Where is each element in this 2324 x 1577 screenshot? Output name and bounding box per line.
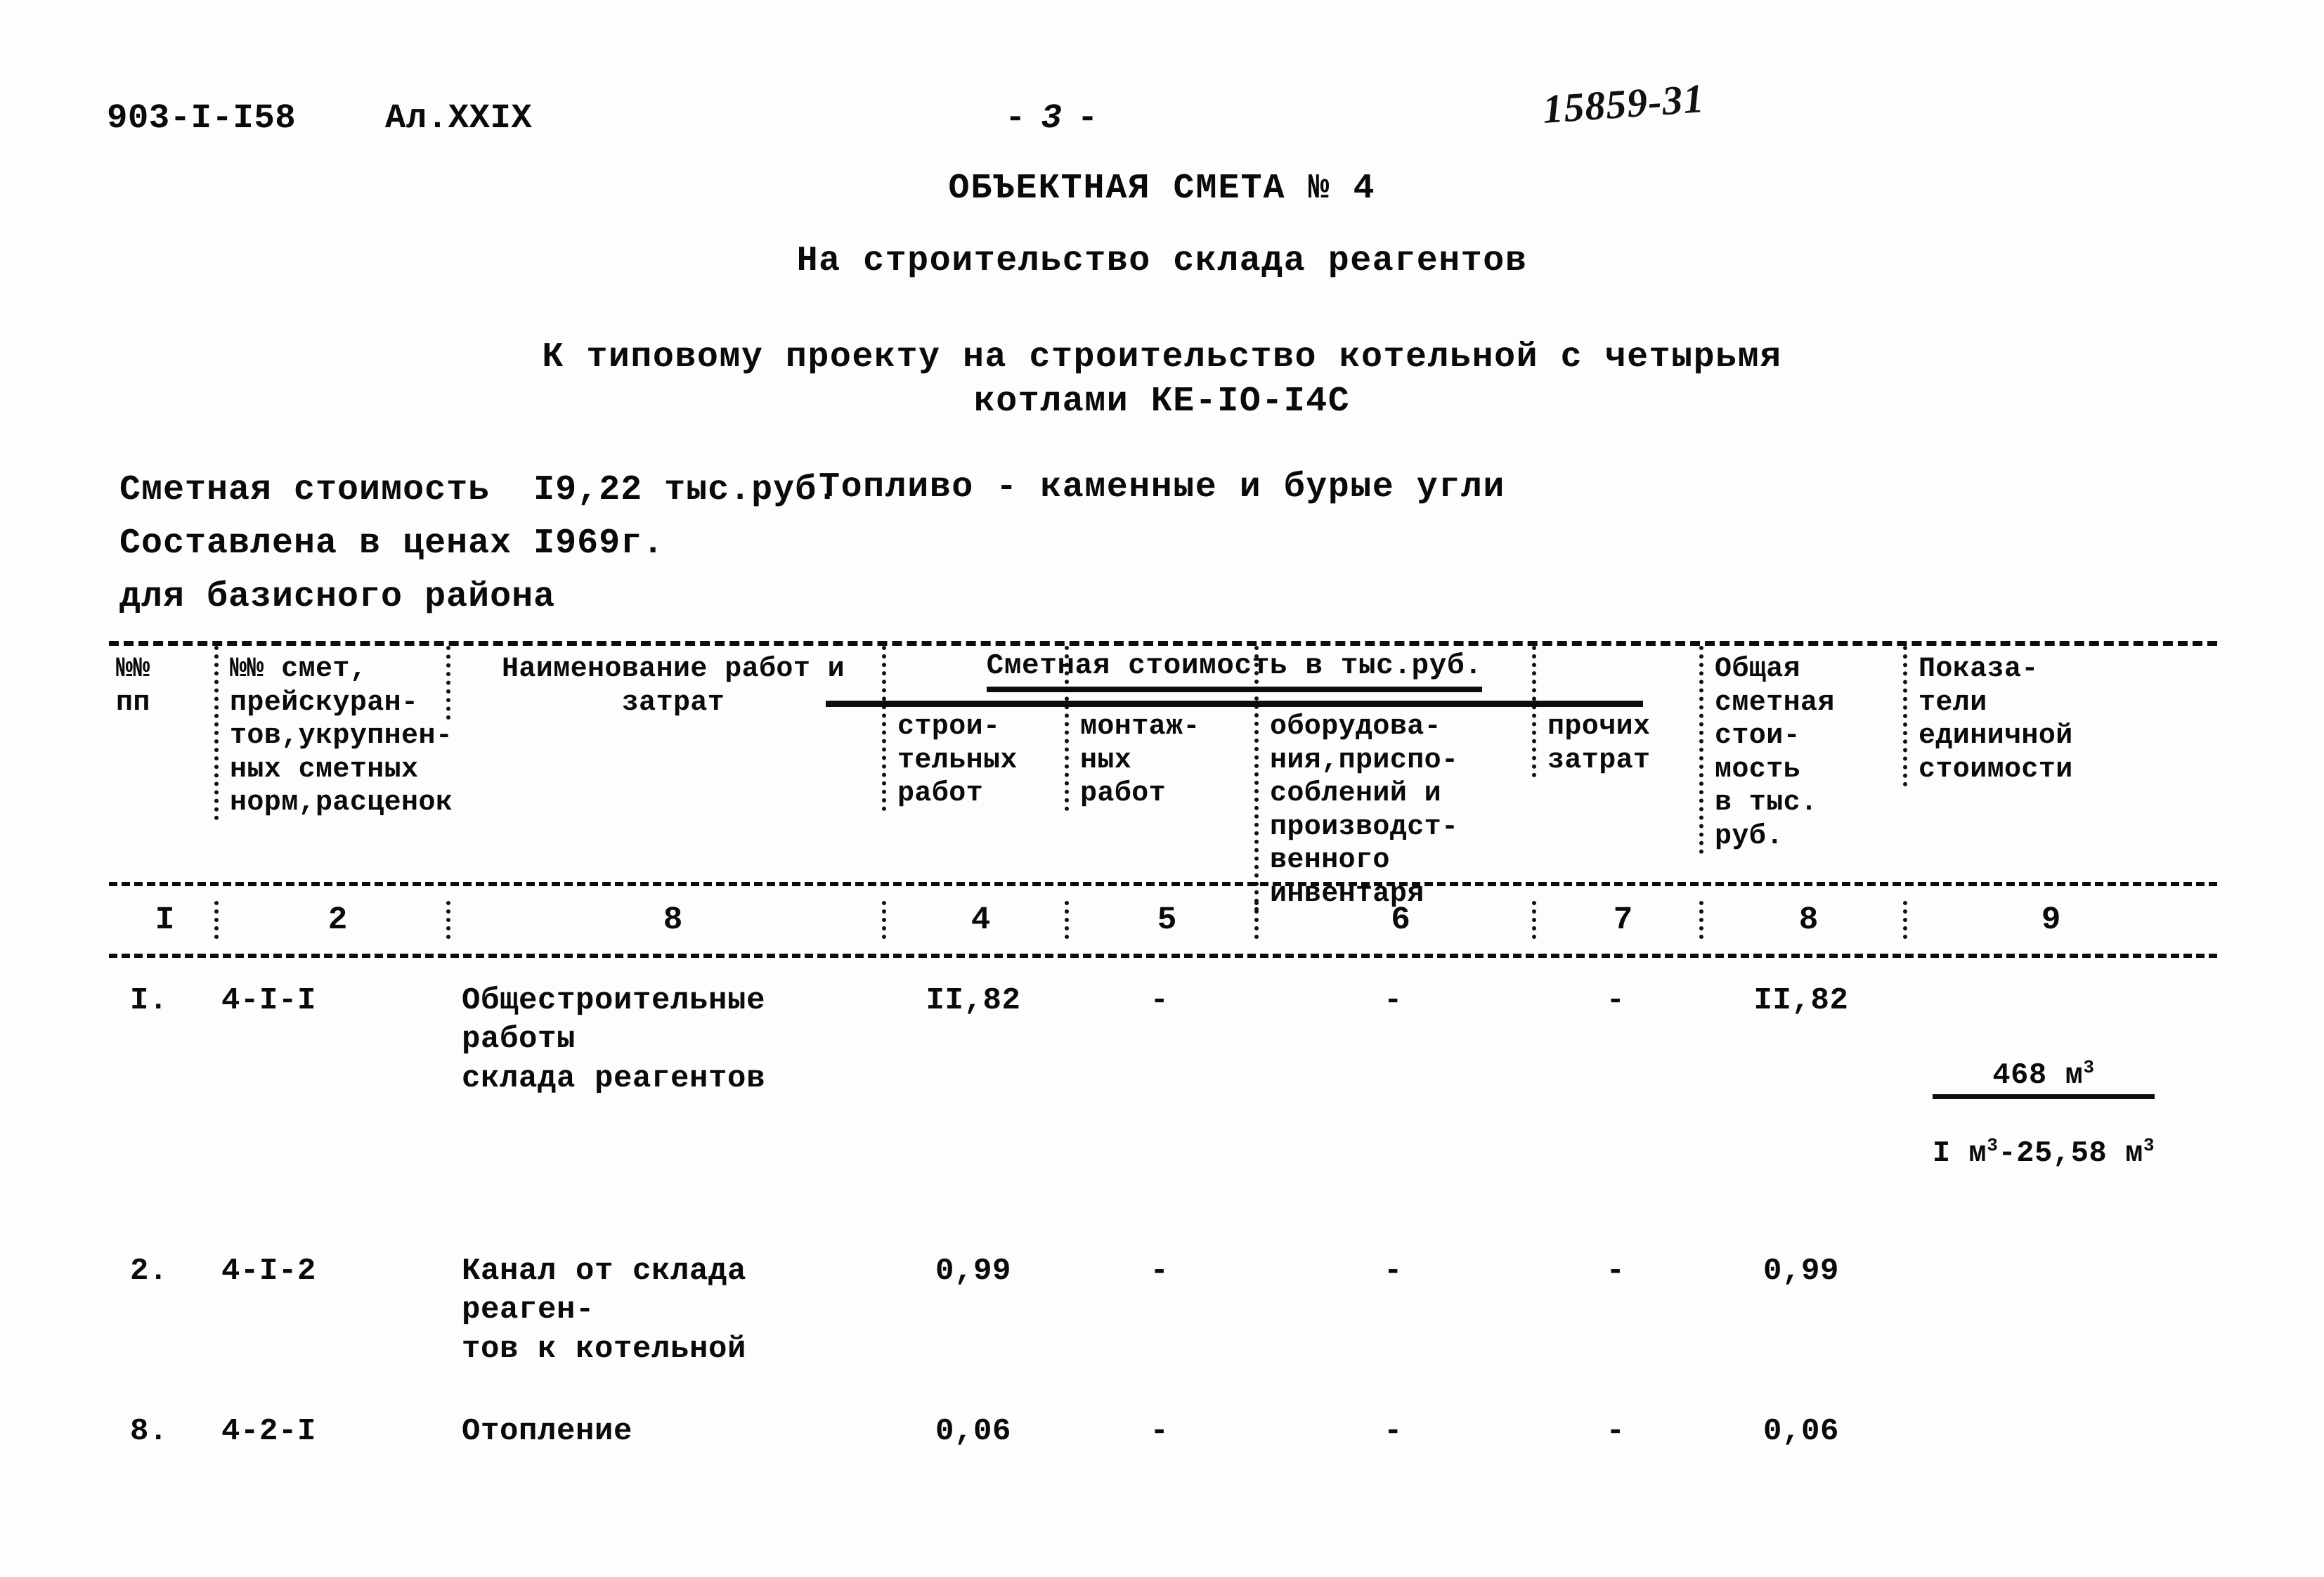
- row-other-cost: -: [1606, 1413, 1625, 1449]
- title-block: ОБЪЕКТНАЯ СМЕТА № 4 На строительство скл…: [0, 169, 2324, 507]
- row-construction-cost: 0,99: [935, 1253, 1012, 1289]
- unit-cost-numerator-value: 468 м: [1992, 1058, 2084, 1092]
- row-construction-cost: II,82: [926, 983, 1021, 1018]
- summary-prices: Составлена в ценах I969г.: [119, 524, 665, 564]
- column-group-header-total-estimate: Сметная стоимость в тыс.руб.: [826, 650, 1643, 692]
- column-number-4: 4: [882, 900, 1065, 940]
- row-number: I.: [130, 983, 169, 1018]
- document-page: 903-I-I58 Ал.XXIX -3- 15859-31 ОБЪЕКТНАЯ…: [0, 0, 2324, 1577]
- column-header-estimate-code: №№ смет, прейскуран- тов,укрупнен- ных с…: [214, 646, 453, 820]
- summary-region: для базисного района: [119, 577, 556, 617]
- unit-cost-denominator-value: -25,58 м: [1998, 1136, 2143, 1170]
- unit-cost-numerator: 468 м3: [1932, 1056, 2155, 1099]
- column-number-8: 8: [1699, 900, 1903, 940]
- handwritten-stamp-number: 15859-31: [1541, 75, 1706, 132]
- project-reference-line-1: К типовому проекту на строительство коте…: [542, 337, 1782, 377]
- summary-cost: Сметная стоимость I9,22 тыс.руб.: [119, 470, 839, 510]
- row-total-cost: II,82: [1753, 983, 1849, 1018]
- row-other-cost: -: [1606, 1253, 1625, 1289]
- estimate-table: №№ пп №№ смет, прейскуран- тов,укрупнен-…: [109, 641, 2217, 1535]
- column-header-total-cost: Общая сметная стои- мость в тыс. руб.: [1699, 646, 1903, 854]
- row-work-name: Отопление: [462, 1413, 633, 1449]
- page-dash-left: -: [1005, 98, 1029, 138]
- column-header-number: №№ пп: [116, 654, 150, 719]
- table-top-rule: [109, 641, 2217, 646]
- row-equipment-cost: -: [1383, 1413, 1403, 1449]
- unit-cost-denominator-exponent-1: 3: [1987, 1135, 1999, 1156]
- unit-cost-fraction: 468 м3 I м3-25,58 м3: [1932, 1025, 2155, 1202]
- table-body: I. 4-I-I Общестроительные работы склада …: [109, 958, 2217, 1491]
- page-dash-right: -: [1077, 98, 1101, 138]
- column-header-work-name: Наименование работ и затрат: [446, 646, 882, 720]
- table-header-row: №№ пп №№ смет, прейскуран- тов,укрупнен-…: [109, 646, 2217, 911]
- table-row: I. 4-I-I Общестроительные работы склада …: [109, 982, 2217, 1202]
- row-spacer: [109, 1245, 2217, 1252]
- row-installation-cost: -: [1150, 1413, 1169, 1449]
- column-number-3: 8: [446, 900, 882, 940]
- row-estimate-code: 4-2-I: [221, 1413, 317, 1449]
- row-equipment-cost: -: [1383, 983, 1403, 1018]
- project-reference-line-2: котлами КЕ-IO-I4С: [973, 381, 1351, 422]
- row-work-name: Канал от склада реаген- тов к котельной: [462, 1253, 747, 1367]
- unit-cost-denominator-exponent-2: 3: [2143, 1135, 2155, 1156]
- column-number-5: 5: [1065, 900, 1254, 940]
- row-equipment-cost: -: [1383, 1253, 1403, 1289]
- document-subject: На строительство склада реагентов: [796, 241, 1528, 281]
- project-reference: К типовому проекту на строительство коте…: [0, 336, 2324, 424]
- row-total-cost: 0,99: [1763, 1253, 1840, 1289]
- column-number-7: 7: [1532, 900, 1699, 940]
- row-number: 8.: [130, 1413, 169, 1449]
- row-other-cost: -: [1606, 983, 1625, 1018]
- unit-cost-numerator-exponent: 3: [2083, 1056, 2095, 1078]
- column-number-6: 6: [1254, 900, 1532, 940]
- row-estimate-code: 4-I-2: [221, 1253, 317, 1289]
- album-code: Ал.XXIX: [385, 98, 533, 138]
- row-estimate-code: 4-I-I: [221, 983, 317, 1018]
- table-column-number-row: I 2 8 4 5 6 7 8 9: [109, 886, 2217, 954]
- column-number-1: I: [155, 901, 176, 938]
- row-work-name: Общестроительные работы склада реагентов: [462, 983, 766, 1096]
- row-installation-cost: -: [1150, 1253, 1169, 1289]
- page-header: 903-I-I58 Ал.XXIX -3- 15859-31: [0, 75, 2324, 148]
- row-installation-cost: -: [1150, 983, 1169, 1018]
- column-group-header-rule: [826, 701, 1643, 707]
- column-number-2: 2: [214, 900, 446, 940]
- column-header-unit-cost: Показа- тели единичной стоимости: [1903, 646, 2184, 787]
- column-group-header-label: Сметная стоимость в тыс.руб.: [986, 650, 1483, 692]
- row-number: 2.: [130, 1253, 169, 1289]
- unit-cost-denominator-prefix: I м: [1932, 1136, 1987, 1170]
- unit-cost-denominator: I м3-25,58 м3: [1933, 1131, 2155, 1169]
- row-unit-cost: 468 м3 I м3-25,58 м3: [1903, 982, 2184, 1202]
- document-code: 903-I-I58: [107, 98, 297, 138]
- page-number: 3: [1041, 98, 1065, 138]
- page-number-group: -3-: [1005, 98, 1101, 138]
- summary-block: Сметная стоимость I9,22 тыс.руб. Составл…: [119, 464, 838, 624]
- table-row: 2. 4-I-2 Канал от склада реаген- тов к к…: [109, 1252, 2217, 1369]
- document-title: ОБЪЕКТНАЯ СМЕТА № 4: [948, 169, 1376, 209]
- row-total-cost: 0,06: [1763, 1413, 1840, 1449]
- column-number-9: 9: [1903, 900, 2184, 940]
- row-construction-cost: 0,06: [935, 1413, 1012, 1449]
- table-row: 8. 4-2-I Отопление 0,06 - - - 0,06: [109, 1413, 2217, 1491]
